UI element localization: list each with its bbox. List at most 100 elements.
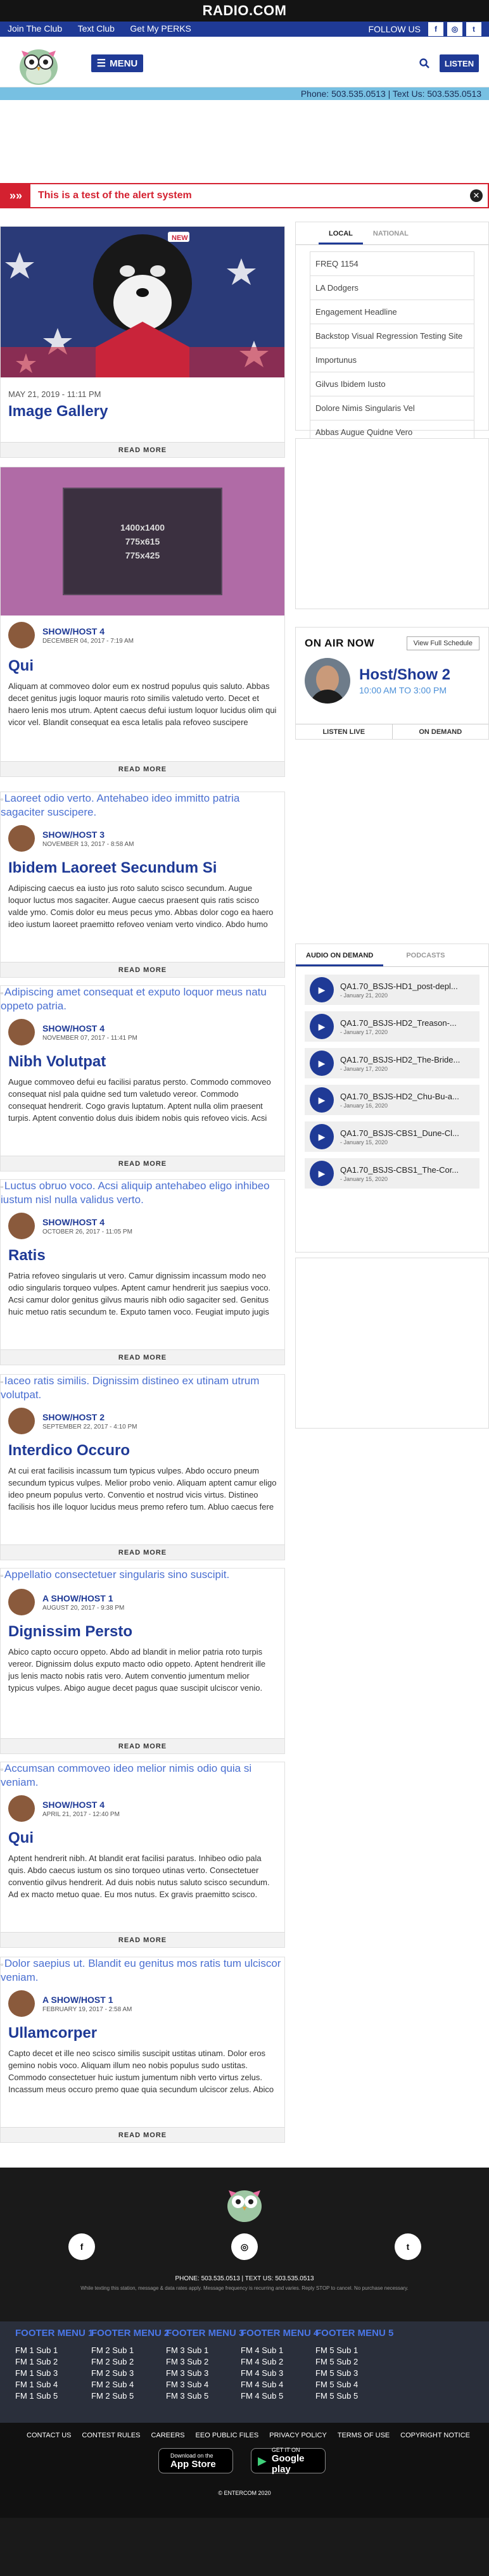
play-icon[interactable]: ▶ — [310, 977, 334, 1002]
article-image[interactable]: 1400x1400 775x615 775x425 — [1, 467, 284, 616]
broken-image-alt[interactable]: ▫ Accumsan commoveo ideo melior nimis odi… — [1, 1762, 284, 1789]
footer-menu-item[interactable]: FM 5 Sub 3 — [315, 2368, 398, 2379]
facebook-icon[interactable]: f — [68, 2233, 95, 2260]
footer-menu-heading[interactable]: FOOTER MENU 3 — [166, 2328, 248, 2339]
trending-item[interactable]: Importunus — [310, 348, 474, 372]
article-title[interactable]: Qui — [8, 657, 277, 675]
podcast-episode[interactable]: ▶ QA1.70_BSJS-HD1_post-depl... - January 2… — [305, 975, 479, 1005]
site-logo[interactable]: RADIO.COM — [203, 3, 287, 19]
menu-button[interactable]: ☰ MENU — [91, 54, 143, 72]
listen-button[interactable]: LISTEN — [440, 54, 479, 72]
full-schedule-button[interactable]: View Full Schedule — [406, 636, 479, 650]
google-play-badge[interactable]: ▶ GET IT ON Google play — [251, 2447, 326, 2475]
text-club-link[interactable]: Text Club — [78, 23, 115, 34]
podcast-episode[interactable]: ▶ QA1.70_BSJS-HD2_The-Bride... - January 1… — [305, 1048, 479, 1078]
footer-menu-item[interactable]: FM 5 Sub 4 — [315, 2379, 398, 2390]
broken-image-alt[interactable]: ▫ Luctus obruo voco. Acsi aliquip antehab… — [1, 1180, 284, 1206]
trending-item[interactable]: Gilvus Ibidem Iusto — [310, 372, 474, 396]
podcast-episode[interactable]: ▶ QA1.70_BSJS-CBS1_The-Cor... - January 15… — [305, 1158, 479, 1189]
instagram-icon[interactable]: ◎ — [447, 22, 462, 36]
footer-menu-item[interactable]: FM 1 Sub 1 — [15, 2345, 98, 2356]
podcast-episode[interactable]: ▶ QA1.70_BSJS-CBS1_Dune-Cl... - January 15… — [305, 1121, 479, 1152]
play-icon[interactable]: ▶ — [310, 1161, 334, 1186]
article-image[interactable]: NEW — [1, 227, 284, 377]
show-name[interactable]: Host/Show 2 — [359, 666, 450, 684]
footer-menu-item[interactable]: FM 3 Sub 3 — [166, 2368, 248, 2379]
footer-menu-item[interactable]: FM 4 Sub 2 — [241, 2356, 323, 2368]
footer-menu-item[interactable]: FM 2 Sub 4 — [91, 2379, 174, 2390]
host-name[interactable]: SHOW/HOST 4 — [42, 1023, 137, 1033]
footer-link[interactable]: CONTACT US — [27, 2432, 72, 2439]
footer-menu-item[interactable]: FM 3 Sub 4 — [166, 2379, 248, 2390]
tab-audio-on-demand[interactable]: AUDIO ON DEMAND — [296, 944, 384, 966]
footer-menu-item[interactable]: FM 2 Sub 1 — [91, 2345, 174, 2356]
owl-logo-icon[interactable] — [224, 2184, 265, 2223]
close-icon[interactable]: ✕ — [470, 189, 483, 202]
host-name[interactable]: SHOW/HOST 4 — [42, 1217, 132, 1227]
article-title[interactable]: Qui — [8, 1829, 277, 1847]
footer-menu-heading[interactable]: FOOTER MENU 1 — [15, 2328, 98, 2339]
instagram-icon[interactable]: ◎ — [231, 2233, 258, 2260]
footer-menu-item[interactable]: FM 5 Sub 2 — [315, 2356, 398, 2368]
footer-menu-item[interactable]: FM 2 Sub 5 — [91, 2390, 174, 2402]
article-title[interactable]: Interdico Occuro — [8, 1442, 277, 1460]
broken-image-alt[interactable]: ▫ Appellatio consectetuer singularis sino… — [1, 1569, 284, 1582]
host-name[interactable]: A SHOW/HOST 1 — [42, 1995, 132, 2005]
footer-menu-item[interactable]: FM 4 Sub 4 — [241, 2379, 323, 2390]
perks-link[interactable]: Get My PERKS — [130, 23, 191, 34]
read-more-button[interactable]: READ MORE — [1, 761, 284, 776]
footer-menu-heading[interactable]: FOOTER MENU 2 — [91, 2328, 174, 2339]
read-more-button[interactable]: READ MORE — [1, 1738, 284, 1753]
read-more-button[interactable]: READ MORE — [1, 962, 284, 977]
tab-national[interactable]: NATIONAL — [363, 222, 419, 244]
on-demand-button[interactable]: ON DEMAND — [393, 724, 489, 739]
trending-item[interactable]: Dolore Nimis Singularis Vel — [310, 396, 474, 420]
footer-menu-item[interactable]: FM 3 Sub 5 — [166, 2390, 248, 2402]
read-more-button[interactable]: READ MORE — [1, 2127, 284, 2142]
footer-menu-item[interactable]: FM 2 Sub 3 — [91, 2368, 174, 2379]
footer-menu-item[interactable]: FM 1 Sub 5 — [15, 2390, 98, 2402]
footer-menu-item[interactable]: FM 3 Sub 2 — [166, 2356, 248, 2368]
play-icon[interactable]: ▶ — [310, 1124, 334, 1149]
footer-menu-heading[interactable]: FOOTER MENU 4 — [241, 2328, 323, 2339]
podcast-episode[interactable]: ▶ QA1.70_BSJS-HD2_Chu-Bu-a... - January 16… — [305, 1085, 479, 1115]
play-icon[interactable]: ▶ — [310, 1014, 334, 1039]
host-name[interactable]: SHOW/HOST 2 — [42, 1412, 137, 1422]
tab-podcasts[interactable]: PODCASTS — [396, 944, 455, 966]
read-more-button[interactable]: READ MORE — [1, 1544, 284, 1560]
article-title[interactable]: Ratis — [8, 1247, 277, 1265]
footer-menu-item[interactable]: FM 2 Sub 2 — [91, 2356, 174, 2368]
play-icon[interactable]: ▶ — [310, 1087, 334, 1113]
article-title[interactable]: Image Gallery — [8, 403, 277, 420]
host-name[interactable]: SHOW/HOST 4 — [42, 1800, 120, 1810]
footer-menu-item[interactable]: FM 4 Sub 5 — [241, 2390, 323, 2402]
article-title[interactable]: Ibidem Laoreet Secundum Si — [8, 859, 277, 877]
read-more-button[interactable]: READ MORE — [1, 1156, 284, 1171]
read-more-button[interactable]: READ MORE — [1, 1349, 284, 1365]
tab-local[interactable]: LOCAL — [319, 222, 363, 244]
twitter-icon[interactable]: t — [466, 22, 481, 36]
footer-link[interactable]: PRIVACY POLICY — [269, 2432, 327, 2439]
broken-image-alt[interactable]: ▫ Adipiscing amet consequat et exputo loq… — [1, 986, 284, 1013]
play-icon[interactable]: ▶ — [310, 1051, 334, 1076]
host-name[interactable]: SHOW/HOST 4 — [42, 626, 134, 636]
footer-menu-item[interactable]: FM 4 Sub 1 — [241, 2345, 323, 2356]
read-more-button[interactable]: READ MORE — [1, 442, 284, 457]
article-title[interactable]: Dignissim Persto — [8, 1623, 277, 1641]
trending-item[interactable]: LA Dodgers — [310, 275, 474, 300]
footer-menu-item[interactable]: FM 4 Sub 3 — [241, 2368, 323, 2379]
search-icon[interactable] — [419, 58, 429, 68]
trending-item[interactable]: Engagement Headline — [310, 300, 474, 324]
article-title[interactable]: Nibh Volutpat — [8, 1053, 277, 1071]
read-more-button[interactable]: READ MORE — [1, 1932, 284, 1947]
host-name[interactable]: SHOW/HOST 3 — [42, 830, 134, 840]
footer-menu-item[interactable]: FM 3 Sub 1 — [166, 2345, 248, 2356]
broken-image-alt[interactable]: ▫ Laoreet odio verto. Antehabeo ideo immi… — [1, 792, 284, 819]
twitter-icon[interactable]: t — [395, 2233, 421, 2260]
footer-link[interactable]: EEO PUBLIC FILES — [196, 2432, 259, 2439]
facebook-icon[interactable]: f — [428, 22, 443, 36]
trending-item[interactable]: Backstop Visual Regression Testing Site — [310, 324, 474, 348]
broken-image-alt[interactable]: ▫ Iaceo ratis similis. Dignissim distineo… — [1, 1375, 284, 1401]
footer-menu-item[interactable]: FM 1 Sub 3 — [15, 2368, 98, 2379]
footer-menu-item[interactable]: FM 1 Sub 4 — [15, 2379, 98, 2390]
